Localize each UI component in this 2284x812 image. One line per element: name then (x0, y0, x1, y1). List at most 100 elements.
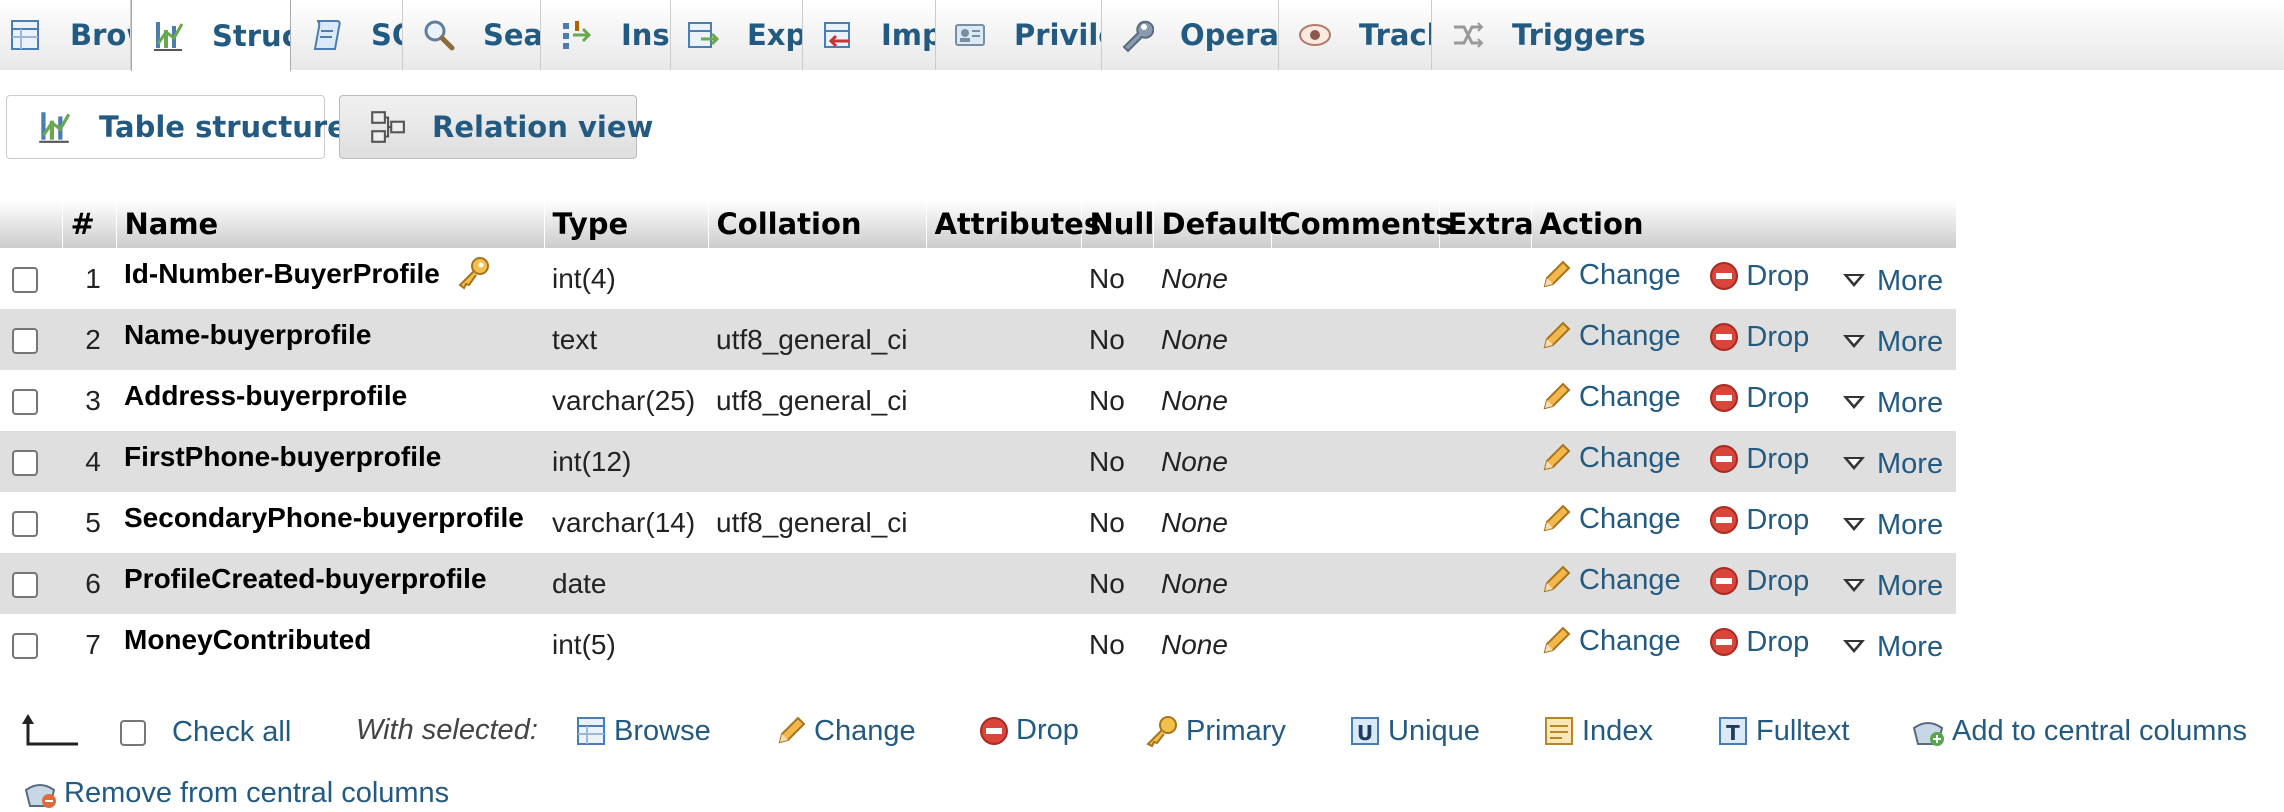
more-action[interactable]: More (1837, 265, 1943, 298)
add-central-columns-button[interactable]: Add to central columns (1910, 714, 2247, 748)
tab-triggers[interactable]: Triggers (1432, 0, 2284, 70)
tab-search[interactable]: Search (403, 0, 541, 70)
bulk-drop-button[interactable]: Drop (978, 714, 1079, 747)
column-type: int(4) (544, 248, 708, 309)
drop-action[interactable]: Drop (1708, 504, 1809, 537)
drop-action[interactable]: Drop (1708, 260, 1809, 293)
bulk-browse-button[interactable]: Browse (574, 714, 711, 748)
more-action[interactable]: More (1837, 631, 1943, 664)
row-checkbox[interactable] (12, 328, 38, 355)
key-icon (1146, 716, 1177, 748)
check-all-control[interactable]: Check all (120, 716, 291, 749)
check-all-checkbox[interactable] (120, 719, 146, 746)
header-comments[interactable]: Comments (1271, 200, 1453, 248)
privileges-icon (955, 24, 985, 46)
column-name-cell: ProfileCreated-buyerprofile (116, 553, 544, 614)
bulk-browse-label: Browse (614, 714, 711, 747)
bulk-unique-button[interactable]: U Unique (1348, 714, 1480, 748)
more-action[interactable]: More (1837, 326, 1943, 359)
row-number: 1 (62, 248, 116, 309)
drop-action[interactable]: Drop (1708, 565, 1809, 598)
header-extra[interactable]: Extra (1439, 200, 1534, 248)
change-action[interactable]: Change (1539, 380, 1681, 414)
structure-table: # Name Type Collation Attributes Null De… (0, 200, 1957, 675)
drop-icon (1710, 445, 1739, 473)
remove-central-columns-button[interactable]: Remove from central columns (22, 776, 449, 810)
tab-label: Search (483, 18, 541, 52)
column-type: int(12) (544, 431, 708, 492)
row-checkbox[interactable] (12, 267, 38, 294)
more-action[interactable]: More (1837, 387, 1943, 420)
header-name[interactable]: Name (116, 200, 545, 248)
tab-import[interactable]: Import (803, 0, 936, 70)
drop-label: Drop (1746, 381, 1810, 414)
pencil-icon (1543, 260, 1571, 288)
column-collation (708, 614, 926, 675)
subtab-label: Relation view (432, 110, 654, 144)
more-action[interactable]: More (1837, 448, 1943, 481)
row-checkbox[interactable] (12, 450, 38, 477)
tab-privileges[interactable]: Privileges (936, 0, 1102, 70)
header-type[interactable]: Type (544, 200, 709, 248)
tab-label: Operations (1180, 18, 1279, 52)
bulk-index-button[interactable]: Index (1542, 714, 1653, 748)
row-checkbox[interactable] (12, 389, 38, 416)
header-null[interactable]: Null (1081, 200, 1154, 248)
more-action[interactable]: More (1837, 509, 1943, 542)
table-row: 5 SecondaryPhone-buyerprofile varchar(14… (0, 492, 1956, 553)
subtab-table-structure[interactable]: Table structure (6, 95, 347, 159)
column-name: Address-buyerprofile (124, 380, 408, 411)
tab-tracking[interactable]: Tracking (1279, 0, 1432, 70)
tab-browse[interactable]: Browse (0, 0, 131, 70)
row-checkbox[interactable] (12, 511, 38, 538)
column-extra (1439, 492, 1531, 553)
column-attributes (926, 492, 1081, 553)
column-name-cell: FirstPhone-buyerprofile (116, 431, 544, 492)
change-action[interactable]: Change (1539, 502, 1681, 536)
row-checkbox[interactable] (12, 633, 38, 660)
column-name-cell: SecondaryPhone-buyerprofile (116, 492, 544, 553)
row-checkbox[interactable] (12, 572, 38, 599)
drop-icon (1710, 567, 1739, 595)
change-label: Change (1579, 502, 1681, 535)
column-extra (1439, 248, 1531, 309)
column-collation: utf8_general_ci (708, 492, 926, 553)
tab-label: Browse (70, 18, 130, 52)
tab-insert[interactable]: Insert (541, 0, 671, 70)
tab-operations[interactable]: Operations (1102, 0, 1279, 70)
table-row: 3 Address-buyerprofile varchar(25) utf8_… (0, 370, 1956, 431)
search-icon (424, 20, 455, 51)
central-columns-remove-icon (24, 784, 56, 808)
check-all-label[interactable]: Check all (172, 716, 291, 749)
change-action[interactable]: Change (1539, 319, 1681, 353)
tab-structure[interactable]: Structure (131, 0, 291, 71)
column-extra (1439, 614, 1531, 675)
structure-icon (154, 21, 184, 51)
column-collation: utf8_general_ci (708, 309, 926, 370)
header-attributes[interactable]: Attributes (926, 200, 1101, 248)
change-action[interactable]: Change (1539, 624, 1681, 658)
bulk-change-button[interactable]: Change (774, 714, 916, 748)
row-select-cell (0, 614, 62, 675)
tab-label: Privileges (1014, 18, 1101, 52)
bulk-primary-button[interactable]: Primary (1142, 714, 1286, 748)
more-action[interactable]: More (1837, 570, 1943, 603)
drop-action[interactable]: Drop (1708, 382, 1809, 415)
tab-export[interactable]: Export (671, 0, 803, 70)
tab-sql[interactable]: SQL (291, 0, 403, 70)
subtab-relation-view[interactable]: Relation view (339, 95, 653, 159)
column-type: varchar(14) (544, 492, 708, 553)
bulk-fulltext-button[interactable]: T Fulltext (1716, 714, 1849, 748)
header-num[interactable]: # (62, 200, 117, 248)
change-action[interactable]: Change (1539, 441, 1681, 475)
pencil-icon (1543, 504, 1571, 532)
drop-label: Drop (1746, 320, 1810, 353)
drop-action[interactable]: Drop (1708, 443, 1809, 476)
header-default[interactable]: Default (1153, 200, 1282, 248)
header-collation[interactable]: Collation (708, 200, 927, 248)
drop-action[interactable]: Drop (1708, 321, 1809, 354)
drop-action[interactable]: Drop (1708, 626, 1809, 659)
change-action[interactable]: Change (1539, 563, 1681, 597)
change-action[interactable]: Change (1539, 258, 1681, 292)
column-comments (1271, 309, 1439, 370)
